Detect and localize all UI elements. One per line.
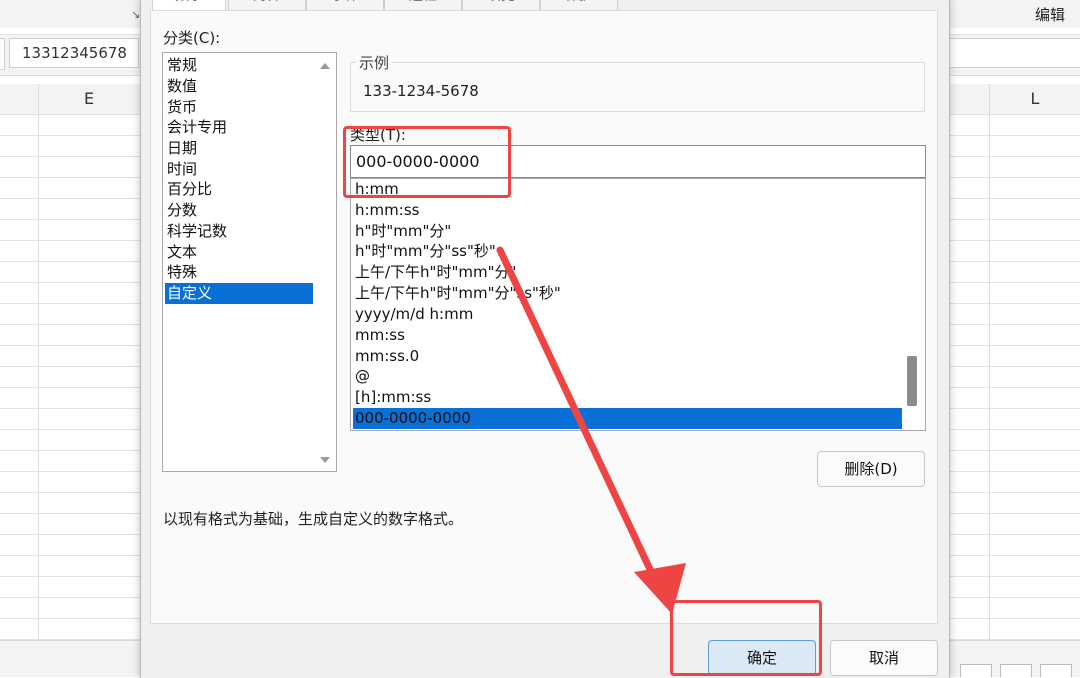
arrow-shaft (496, 246, 659, 584)
arrow-annotation-icon (496, 246, 686, 614)
arrow-head (634, 563, 686, 614)
